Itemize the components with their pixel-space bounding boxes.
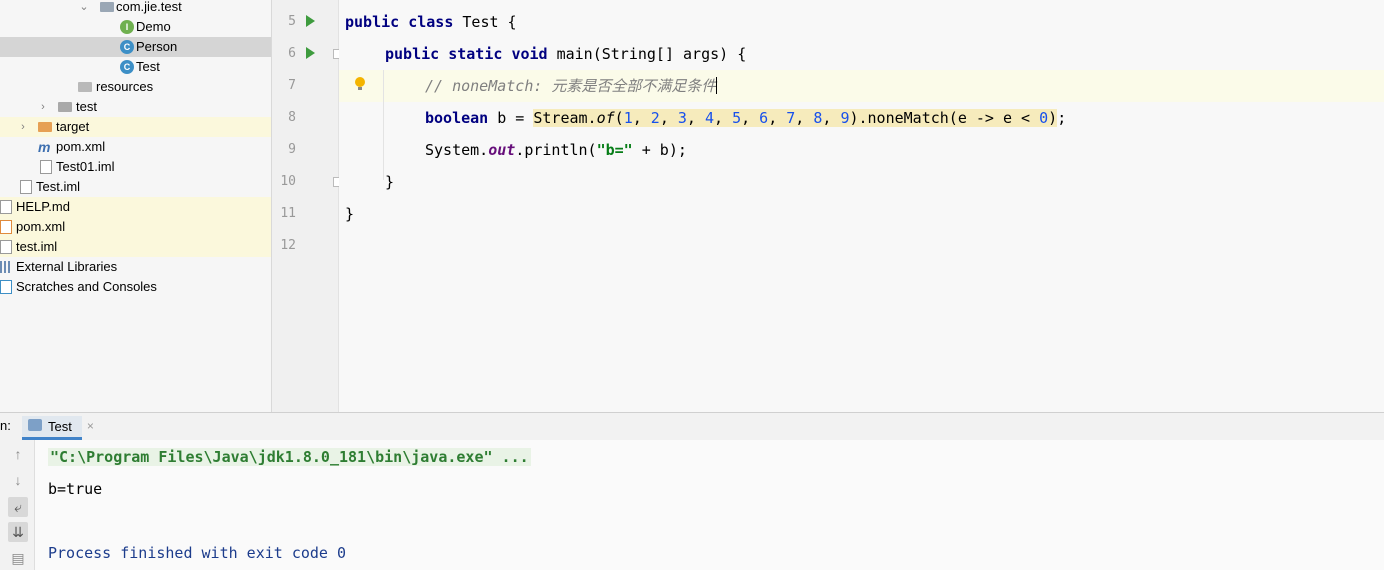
code-line-7[interactable]: // noneMatch: 元素是否全部不满足条件 — [425, 70, 718, 102]
line-number: 6 — [288, 46, 296, 61]
print-icon[interactable]: ▤ — [8, 548, 28, 568]
package-icon — [100, 2, 114, 12]
class-icon: C — [120, 40, 134, 54]
tree-item-help-md[interactable]: HELP.md — [0, 197, 271, 217]
line-number: 7 — [288, 78, 296, 93]
line-number: 11 — [280, 206, 296, 221]
tree-item-label: Test01.iml — [56, 159, 115, 174]
run-toolbar: ↑ ↓ ⤶ ⇊ ▤ — [0, 440, 35, 570]
lightbulb-icon[interactable] — [355, 77, 365, 90]
tree-item-label: Test — [136, 59, 160, 74]
scroll-to-end-icon[interactable]: ⇊ — [8, 522, 28, 542]
code-line-9[interactable]: System.out.println("b=" + b); — [425, 134, 687, 166]
console-output-line: b=true — [48, 480, 103, 498]
tree-item-resources[interactable]: resources — [0, 77, 271, 97]
code-editor[interactable]: public class Test { public static void m… — [339, 0, 1384, 412]
tree-item-label: test — [76, 99, 97, 114]
close-icon[interactable]: × — [87, 416, 94, 437]
tree-item-root-pom[interactable]: pom.xml — [0, 217, 271, 237]
tree-item-scratches[interactable]: Scratches and Consoles — [0, 277, 271, 297]
chevron-down-icon[interactable]: ⌄ — [78, 0, 90, 17]
tree-item-label: pom.xml — [16, 219, 66, 234]
scratches-icon — [0, 280, 12, 294]
file-icon — [20, 180, 32, 194]
code-line-8[interactable]: boolean b = Stream.of(1, 2, 3, 4, 5, 6, … — [425, 102, 1066, 134]
interface-icon: I — [120, 20, 134, 34]
run-panel-prefix: n: — [0, 418, 11, 433]
code-line-5[interactable]: public class Test { — [345, 6, 517, 38]
code-line-10[interactable]: } — [385, 166, 394, 198]
folder-icon — [58, 102, 72, 112]
tree-item-package[interactable]: ⌄ com.jie.test — [0, 0, 271, 17]
arrow-down-icon[interactable]: ↓ — [8, 470, 28, 490]
soft-wrap-icon[interactable]: ⤶ — [8, 497, 28, 517]
class-icon: C — [120, 60, 134, 74]
tree-item-label: com.jie.test — [116, 0, 182, 14]
markdown-file-icon — [0, 200, 12, 214]
file-icon — [40, 160, 52, 174]
tree-item-demo[interactable]: I Demo — [0, 17, 271, 37]
project-tree: ⌄ com.jie.test I Demo C Person C Test re… — [0, 0, 272, 412]
arrow-up-icon[interactable]: ↑ — [8, 444, 28, 464]
tree-item-label: test.iml — [16, 239, 58, 254]
tree-item-external-libraries[interactable]: External Libraries — [0, 257, 271, 277]
run-class-icon[interactable] — [306, 15, 315, 27]
editor-gutter: 5 6 7 8 9 10 11 12 — [272, 0, 343, 412]
tree-item-test01-iml[interactable]: Test01.iml — [0, 157, 271, 177]
code-line-11[interactable]: } — [345, 198, 354, 230]
console-output[interactable]: "C:\Program Files\Java\jdk1.8.0_181\bin\… — [35, 440, 1384, 570]
indent-guide — [383, 70, 384, 180]
tree-item-label: Scratches and Consoles — [16, 279, 157, 294]
tree-item-test-folder[interactable]: › test — [0, 97, 271, 117]
libraries-icon — [0, 261, 12, 273]
line-number: 10 — [280, 174, 296, 189]
console-exit-line: Process finished with exit code 0 — [48, 544, 347, 562]
tree-item-pom[interactable]: m pom.xml — [0, 137, 271, 157]
tree-item-label: resources — [96, 79, 154, 94]
line-number: 5 — [288, 14, 296, 29]
tree-item-label: Person — [136, 39, 178, 54]
application-icon — [28, 419, 42, 431]
tree-item-label: pom.xml — [56, 139, 106, 154]
line-number: 12 — [280, 238, 296, 253]
tree-item-label: Test.iml — [36, 179, 81, 194]
tree-item-test-iml[interactable]: Test.iml — [0, 177, 271, 197]
chevron-right-icon[interactable]: › — [17, 117, 29, 137]
xml-file-icon — [0, 220, 12, 234]
line-number: 8 — [288, 110, 296, 125]
tree-item-label: External Libraries — [16, 259, 118, 274]
tab-run-test[interactable]: Test × — [22, 416, 94, 440]
folder-icon — [38, 122, 52, 132]
tree-item-label: Demo — [136, 19, 171, 34]
code-line-6[interactable]: public static void main(String[] args) { — [385, 38, 746, 70]
tree-item-root-test-iml[interactable]: test.iml — [0, 237, 271, 257]
line-number: 9 — [288, 142, 296, 157]
tree-item-target[interactable]: › target — [0, 117, 271, 137]
tree-item-person[interactable]: C Person — [0, 37, 271, 57]
maven-icon: m — [38, 139, 51, 155]
tree-item-test-class[interactable]: C Test — [0, 57, 271, 77]
tree-item-label: target — [56, 119, 90, 134]
resources-folder-icon — [78, 82, 92, 92]
chevron-right-icon[interactable]: › — [37, 97, 49, 117]
file-icon — [0, 240, 12, 254]
run-tab-label: Test — [48, 419, 72, 434]
run-panel-header: n: Test × — [0, 412, 1384, 441]
tree-item-label: HELP.md — [16, 199, 70, 214]
console-command-line: "C:\Program Files\Java\jdk1.8.0_181\bin\… — [48, 448, 531, 466]
text-caret — [716, 77, 718, 94]
run-main-icon[interactable] — [306, 47, 315, 59]
